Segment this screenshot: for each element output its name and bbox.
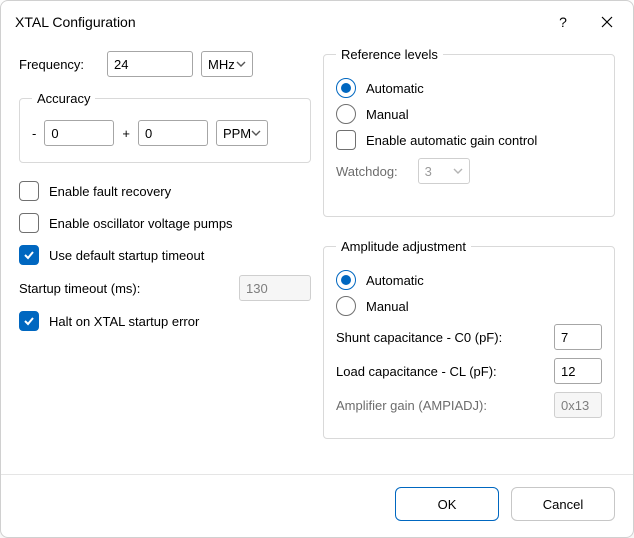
voltage-pumps-checkbox[interactable]: Enable oscillator voltage pumps [19, 213, 311, 233]
amplitude-adjustment-legend: Amplitude adjustment [336, 239, 471, 254]
shunt-label: Shunt capacitance - C0 (pF): [336, 330, 502, 345]
accuracy-unit-value: PPM [223, 126, 251, 141]
load-input[interactable] [554, 358, 602, 384]
frequency-label: Frequency: [19, 57, 99, 72]
titlebar: XTAL Configuration ? [1, 1, 633, 43]
watchdog-row: Watchdog: 3 [336, 158, 602, 184]
voltage-pumps-label: Enable oscillator voltage pumps [49, 216, 233, 231]
radio-icon [336, 296, 356, 316]
frequency-unit-value: MHz [208, 57, 235, 72]
amplitude-adjustment-group: Amplitude adjustment Automatic Manual Sh… [323, 239, 615, 439]
amplitude-manual-radio[interactable]: Manual [336, 296, 602, 316]
shunt-row: Shunt capacitance - C0 (pF): [336, 324, 602, 350]
left-column: Frequency: MHz Accuracy - + [19, 47, 311, 464]
amplifier-gain-row: Amplifier gain (AMPIADJ): [336, 392, 602, 418]
dialog-footer: OK Cancel [1, 474, 633, 537]
reference-levels-legend: Reference levels [336, 47, 443, 62]
default-timeout-label: Use default startup timeout [49, 248, 204, 263]
accuracy-high-input[interactable] [138, 120, 208, 146]
accuracy-plus-label: + [122, 126, 130, 141]
load-label: Load capacitance - CL (pF): [336, 364, 497, 379]
ok-button-label: OK [438, 497, 457, 512]
amplifier-gain-input [554, 392, 602, 418]
accuracy-minus-label: - [32, 126, 36, 141]
dialog-window: XTAL Configuration ? Frequency: MHz Ac [0, 0, 634, 538]
close-button[interactable] [585, 7, 629, 37]
window-title: XTAL Configuration [15, 14, 541, 30]
frequency-unit-select[interactable]: MHz [201, 51, 253, 77]
halt-checkbox[interactable]: Halt on XTAL startup error [19, 311, 311, 331]
accuracy-unit-display: PPM [216, 120, 268, 146]
frequency-input[interactable] [107, 51, 193, 77]
cancel-button[interactable]: Cancel [511, 487, 615, 521]
reference-levels-group: Reference levels Automatic Manual Enable… [323, 47, 615, 217]
right-column: Reference levels Automatic Manual Enable… [323, 47, 615, 464]
help-button[interactable]: ? [541, 7, 585, 37]
watchdog-value: 3 [425, 164, 432, 179]
dialog-body: Frequency: MHz Accuracy - + [1, 43, 633, 474]
auto-gain-label: Enable automatic gain control [366, 133, 537, 148]
reference-automatic-label: Automatic [366, 81, 424, 96]
halt-label: Halt on XTAL startup error [49, 314, 199, 329]
reference-manual-label: Manual [366, 107, 409, 122]
frequency-row: Frequency: MHz [19, 51, 311, 77]
radio-icon [336, 104, 356, 124]
startup-timeout-input [239, 275, 311, 301]
reference-manual-radio[interactable]: Manual [336, 104, 602, 124]
watchdog-select: 3 [418, 158, 470, 184]
fault-recovery-label: Enable fault recovery [49, 184, 171, 199]
startup-timeout-label: Startup timeout (ms): [19, 281, 140, 296]
checkbox-icon [336, 130, 356, 150]
shunt-input[interactable] [554, 324, 602, 350]
ok-button[interactable]: OK [395, 487, 499, 521]
watchdog-display: 3 [418, 158, 470, 184]
checkbox-icon [19, 213, 39, 233]
accuracy-group: Accuracy - + PPM [19, 91, 311, 163]
amplitude-manual-label: Manual [366, 299, 409, 314]
auto-gain-checkbox[interactable]: Enable automatic gain control [336, 130, 602, 150]
close-icon [601, 16, 613, 28]
load-row: Load capacitance - CL (pF): [336, 358, 602, 384]
checkbox-icon [19, 245, 39, 265]
radio-icon [336, 270, 356, 290]
help-icon: ? [559, 14, 567, 30]
accuracy-legend: Accuracy [32, 91, 95, 106]
radio-icon [336, 78, 356, 98]
checkbox-icon [19, 311, 39, 331]
accuracy-unit-select[interactable]: PPM [216, 120, 268, 146]
checkbox-icon [19, 181, 39, 201]
amplifier-gain-label: Amplifier gain (AMPIADJ): [336, 398, 487, 413]
frequency-unit-display: MHz [201, 51, 253, 77]
cancel-button-label: Cancel [543, 497, 583, 512]
fault-recovery-checkbox[interactable]: Enable fault recovery [19, 181, 311, 201]
accuracy-low-input[interactable] [44, 120, 114, 146]
startup-timeout-row: Startup timeout (ms): [19, 275, 311, 301]
amplitude-automatic-label: Automatic [366, 273, 424, 288]
accuracy-row: - + PPM [32, 120, 298, 146]
reference-automatic-radio[interactable]: Automatic [336, 78, 602, 98]
amplitude-automatic-radio[interactable]: Automatic [336, 270, 602, 290]
watchdog-label: Watchdog: [336, 164, 398, 179]
default-timeout-checkbox[interactable]: Use default startup timeout [19, 245, 311, 265]
